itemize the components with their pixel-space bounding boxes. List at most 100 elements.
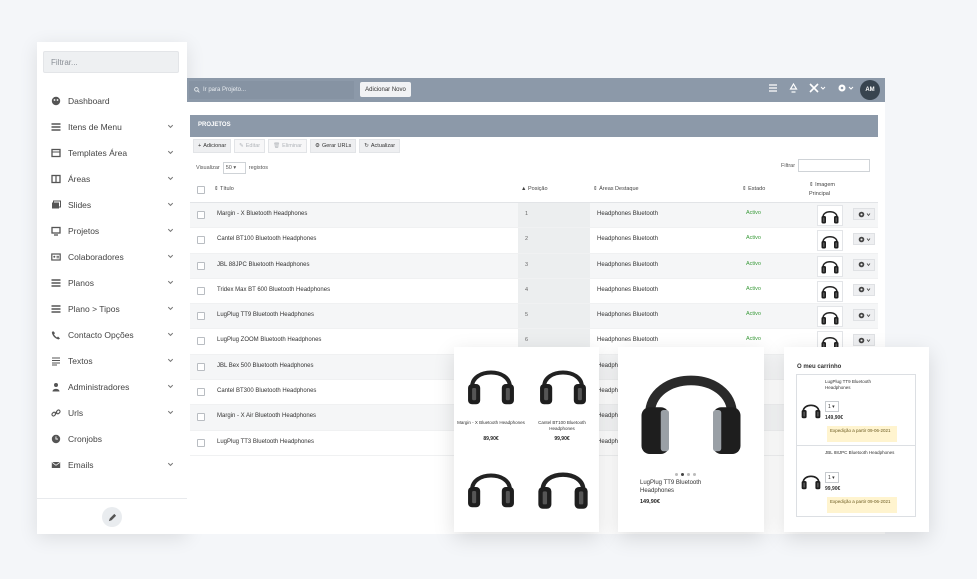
search-placeholder: Ir para Projeto... xyxy=(203,87,247,93)
row-title[interactable]: LugPlug TT3 Bluetooth Headphones xyxy=(217,439,314,445)
page-size-select[interactable]: 50 ▾ xyxy=(222,162,246,174)
sidebar-item[interactable]: Projetos xyxy=(37,218,187,244)
col-imagem-label: Imagem Principal xyxy=(809,182,836,197)
row-checkbox[interactable] xyxy=(197,438,205,447)
tools-icon[interactable] xyxy=(809,83,827,93)
product-name[interactable]: Cantel BT100 Bluetooth Headphones xyxy=(527,420,597,432)
col-areas-label: Áreas Destaque xyxy=(599,186,639,192)
edit-button[interactable] xyxy=(102,507,122,527)
row-title[interactable]: Tridex Max BT 600 Bluetooth Headphones xyxy=(217,287,330,293)
row-checkbox[interactable] xyxy=(197,286,205,295)
col-posicao[interactable]: ▲ Posição xyxy=(521,186,548,192)
row-checkbox[interactable] xyxy=(197,312,205,321)
user-avatar[interactable]: AM xyxy=(860,80,880,100)
action-icon: ✎ xyxy=(239,143,244,149)
table-row[interactable]: JBL 88JPC Bluetooth Headphones 3 Headphone… xyxy=(190,253,878,279)
cart-qty-select[interactable]: 1 ▾ xyxy=(825,401,839,412)
row-options-button[interactable] xyxy=(853,283,875,296)
sidebar-item-label: Cronjobs xyxy=(68,434,103,444)
sidebar-item[interactable]: Dashboard xyxy=(37,88,187,114)
recycle-icon[interactable] xyxy=(788,83,799,93)
row-thumbnail xyxy=(817,255,843,277)
sidebar-footer xyxy=(37,498,187,534)
row-title[interactable]: LugPlug TT9 Bluetooth Headphones xyxy=(217,312,314,318)
row-area: Headphones Bluetooth xyxy=(597,337,659,344)
product-price: 89,90€ xyxy=(483,436,499,442)
row-title[interactable]: JBL 88JPC Bluetooth Headphones xyxy=(217,262,310,268)
row-options-button[interactable] xyxy=(853,309,875,322)
action-button[interactable]: + Adicionar xyxy=(193,139,232,153)
chevron-down-icon xyxy=(167,202,174,207)
chevron-down-icon xyxy=(167,384,174,389)
row-title[interactable]: LugPlug ZOOM Bluetooth Headphones xyxy=(217,337,321,343)
sidebar-item[interactable]: Administradores xyxy=(37,374,187,400)
row-options-button[interactable] xyxy=(853,208,875,220)
table-row[interactable]: Tridex Max BT 600 Bluetooth Headphones 4 H… xyxy=(190,278,878,305)
table-row[interactable]: Margin - X Bluetooth Headphones 1 Headphon… xyxy=(190,203,878,229)
row-title[interactable]: Cantel BT100 Bluetooth Headphones xyxy=(217,236,316,242)
project-search-input[interactable]: Ir para Projeto... xyxy=(189,81,354,99)
palette-icon xyxy=(51,96,61,106)
row-checkbox[interactable] xyxy=(197,388,205,397)
row-checkbox[interactable] xyxy=(197,261,205,270)
sliders-icon[interactable] xyxy=(768,83,778,93)
panel-title: PROJETOS xyxy=(190,115,878,137)
row-options-button[interactable] xyxy=(853,233,875,246)
row-title[interactable]: JBL Bex 500 Bluetooth Headphones xyxy=(217,363,314,369)
sidebar: Filtrar... Dashboard Itens de Menu Templat… xyxy=(37,42,187,534)
chevron-down-icon xyxy=(167,176,174,181)
sidebar-item[interactable]: Templates Área xyxy=(37,140,187,166)
action-label: Actualizar xyxy=(370,143,396,149)
row-options-button[interactable] xyxy=(853,258,875,271)
sidebar-item[interactable]: Áreas xyxy=(37,166,187,192)
sidebar-filter-input[interactable]: Filtrar... xyxy=(43,51,179,73)
search-icon xyxy=(194,87,200,93)
sidebar-item[interactable]: Planos xyxy=(37,270,187,296)
add-new-button[interactable]: Adicionar Novo xyxy=(360,82,411,97)
sidebar-item[interactable]: Cronjobs xyxy=(37,426,187,452)
sidebar-item[interactable]: Slides xyxy=(37,192,187,218)
product-name[interactable]: Margin - X Bluetooth Headphones xyxy=(456,420,526,426)
user-icon xyxy=(51,382,61,392)
row-title[interactable]: Cantel BT300 Bluetooth Headphones xyxy=(217,388,316,394)
detail-product-name: LugPlug TT9 Bluetooth Headphones xyxy=(640,480,702,495)
sidebar-item[interactable]: Contacto Opções xyxy=(37,322,187,348)
cart-qty-select[interactable]: 1 ▾ xyxy=(825,472,839,483)
sidebar-item-label: Itens de Menu xyxy=(68,122,122,132)
row-checkbox[interactable] xyxy=(197,413,205,422)
sidebar-item[interactable]: Emails xyxy=(37,452,187,478)
sidebar-item[interactable]: Colaboradores xyxy=(37,244,187,270)
table-row[interactable]: LugPlug TT9 Bluetooth Headphones 5 Headpho… xyxy=(190,304,878,330)
list-icon xyxy=(51,122,61,132)
action-button[interactable]: ⚙ Gerar URLs xyxy=(310,139,357,153)
sidebar-item[interactable]: Itens de Menu xyxy=(37,114,187,140)
row-checkbox[interactable] xyxy=(197,362,205,371)
row-checkbox[interactable] xyxy=(197,211,205,219)
table-row[interactable]: Cantel BT100 Bluetooth Headphones 2 Headph… xyxy=(190,228,878,254)
row-options-button[interactable] xyxy=(853,334,875,347)
select-all-checkbox[interactable] xyxy=(197,186,205,194)
sidebar-item[interactable]: Textos xyxy=(37,348,187,374)
action-button[interactable]: ↻ Actualizar xyxy=(359,139,401,153)
col-areas[interactable]: ⇕ Áreas Destaque xyxy=(593,186,639,192)
action-button[interactable]: ✎ Editar xyxy=(234,139,266,153)
carousel-dots[interactable] xyxy=(675,473,696,476)
images-icon xyxy=(51,200,61,210)
col-titulo[interactable]: ⇕ Título xyxy=(214,186,234,192)
sidebar-item[interactable]: Urls xyxy=(37,400,187,426)
action-button[interactable]: 🗑 Eliminar xyxy=(268,139,307,153)
row-title[interactable]: Margin - X Air Bluetooth Headphones xyxy=(217,413,316,419)
row-title[interactable]: Margin - X Bluetooth Headphones xyxy=(217,211,307,217)
row-area: Headphones Bluetooth xyxy=(597,261,659,268)
col-estado[interactable]: ⇕ Estado xyxy=(742,186,765,192)
chevron-down-icon xyxy=(167,124,174,129)
headphones-image xyxy=(800,404,822,420)
row-checkbox[interactable] xyxy=(197,337,205,346)
col-imagem[interactable]: ⇕ Imagem Principal xyxy=(809,181,849,199)
table-filter-input[interactable] xyxy=(798,159,871,172)
row-checkbox[interactable] xyxy=(197,236,205,245)
sidebar-item[interactable]: Plano > Tipos xyxy=(37,296,187,322)
monitor-icon xyxy=(51,226,61,236)
settings-icon[interactable] xyxy=(837,83,855,93)
action-label: Gerar URLs xyxy=(321,143,352,149)
